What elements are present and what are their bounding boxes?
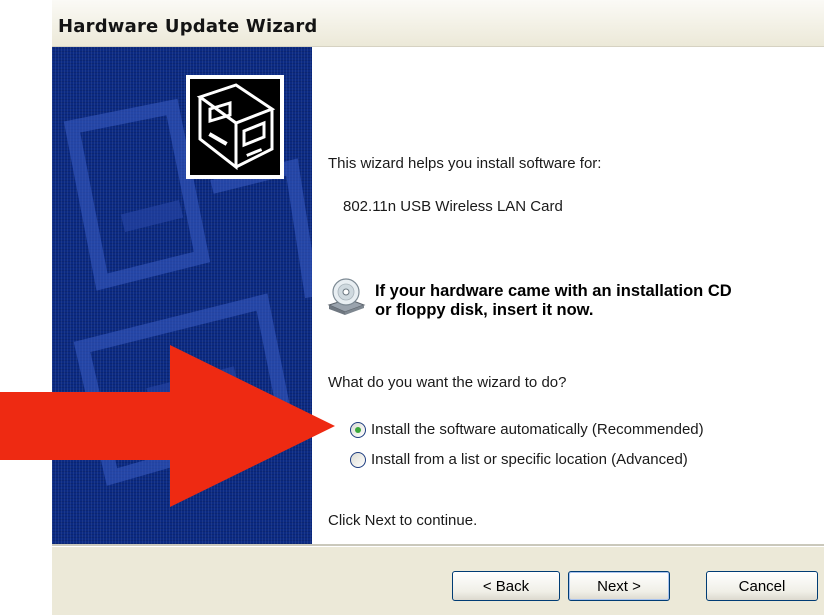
- device-name: 802.11n USB Wireless LAN Card: [343, 198, 563, 215]
- button-bar: < Back Next > Cancel: [52, 547, 824, 615]
- cd-prompt: If your hardware came with an installati…: [375, 282, 732, 320]
- title-bar[interactable]: Hardware Update Wizard: [52, 0, 824, 47]
- hardware-box-icon: [186, 75, 284, 179]
- radio-label-advanced[interactable]: Install from a list or specific location…: [371, 451, 688, 468]
- radio-dot: [355, 427, 361, 433]
- radio-button-selected[interactable]: [350, 422, 366, 438]
- cd-prompt-line-2: or floppy disk, insert it now.: [375, 301, 594, 319]
- hardware-update-wizard-window: Hardware Update Wizard This wizard helps…: [52, 0, 824, 615]
- cd-drive-icon: [326, 275, 366, 315]
- radio-label-automatic[interactable]: Install the software automatically (Reco…: [371, 421, 704, 438]
- cancel-button[interactable]: Cancel: [706, 571, 818, 601]
- continue-hint: Click Next to continue.: [328, 512, 478, 529]
- next-button[interactable]: Next >: [568, 571, 670, 601]
- window-title: Hardware Update Wizard: [58, 16, 318, 37]
- cd-prompt-line-1: If your hardware came with an installati…: [375, 282, 732, 300]
- intro-text: This wizard helps you install software f…: [328, 155, 602, 172]
- back-button[interactable]: < Back: [452, 571, 560, 601]
- red-arrow-icon: [0, 345, 335, 507]
- wizard-content: This wizard helps you install software f…: [312, 47, 824, 544]
- radio-button-unselected[interactable]: [350, 452, 366, 468]
- wizard-question: What do you want the wizard to do?: [328, 374, 567, 391]
